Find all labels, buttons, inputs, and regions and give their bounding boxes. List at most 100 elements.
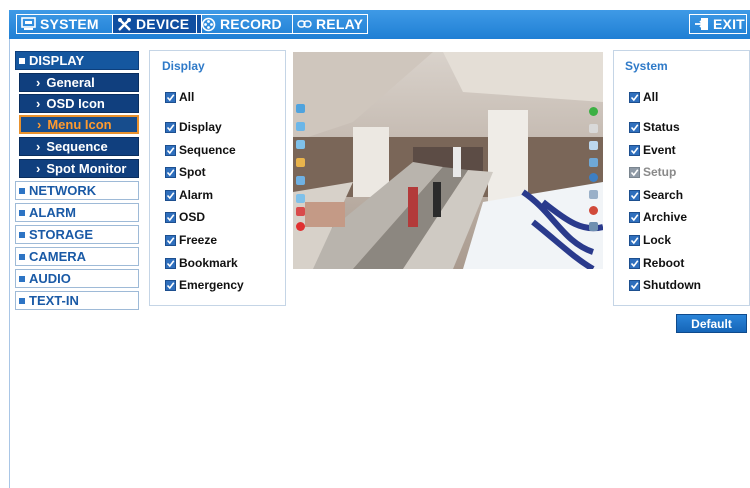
checkbox-checked-icon [165,257,176,269]
sidebar-item-network[interactable]: NETWORK [15,181,139,200]
checkbox-checked-icon [629,121,640,133]
display-panel-title: Display [162,59,205,73]
checkbox-checked-icon [629,211,640,223]
system-item-checkbox[interactable]: Lock [629,233,671,247]
checkbox-label: OSD [179,210,206,224]
default-button[interactable]: Default [676,314,747,333]
system-item-checkbox[interactable]: Shutdown [629,278,701,292]
sidebar-item-label: TEXT-IN [29,293,79,308]
tab-device[interactable]: DEVICE [112,14,202,34]
system-item-checkbox[interactable]: Search [629,188,683,202]
sidebar-sub-label: OSD Icon [46,96,105,111]
sidebar-sub-osd-icon[interactable]: › OSD Icon [19,94,139,113]
sidebar-item-storage[interactable]: STORAGE [15,225,139,244]
checkbox-label: Bookmark [179,256,238,270]
osd-status-icon [589,107,598,116]
chevron-right-icon: › [36,161,41,176]
bullet-icon [19,231,25,238]
display-item-checkbox[interactable]: Spot [165,165,206,179]
tab-system[interactable]: SYSTEM [16,14,113,34]
display-item-checkbox[interactable]: Emergency [165,278,244,292]
bullet-icon [19,57,25,64]
checkbox-label: Status [643,120,680,134]
chevron-right-icon: › [36,75,41,90]
monitor-icon [21,17,36,32]
tab-record-label: RECORD [220,16,282,32]
osd-network-icon [296,140,305,149]
bullet-icon [19,275,25,282]
osd-camera-icon [296,104,305,113]
checkbox-checked-icon [165,211,176,223]
osd-warning-icon [296,222,305,231]
display-item-checkbox[interactable]: Display [165,120,222,134]
bullet-icon [19,187,25,194]
checkbox-label: Freeze [179,233,218,247]
system-item-checkbox[interactable]: Archive [629,210,687,224]
osd-record-icon [296,122,305,131]
sidebar-item-label: NETWORK [29,183,97,198]
display-item-checkbox[interactable]: Freeze [165,233,217,247]
sidebar-sub-spot-monitor[interactable]: › Spot Monitor [19,159,139,178]
display-item-checkbox[interactable]: OSD [165,210,205,224]
sidebar-item-label: AUDIO [29,271,71,286]
sidebar-item-display[interactable]: DISPLAY [15,51,139,70]
checkbox-label: Display [179,120,222,134]
checkbox-label: Reboot [643,256,685,270]
sidebar-sub-sequence[interactable]: › Sequence [19,137,139,156]
checkbox-label: All [643,90,659,104]
sidebar-item-label: ALARM [29,205,76,220]
tab-relay[interactable]: RELAY [292,14,368,34]
sidebar-sub-label: Spot Monitor [46,161,127,176]
checkbox-label: Search [643,188,684,202]
sidebar-sub-general[interactable]: › General [19,73,139,92]
checkbox-checked-icon [629,279,640,291]
chevron-right-icon: › [37,117,42,132]
display-item-checkbox[interactable]: Bookmark [165,256,238,270]
sidebar-item-text-in[interactable]: TEXT-IN [15,291,139,310]
sidebar-item-audio[interactable]: AUDIO [15,269,139,288]
tab-system-label: SYSTEM [40,16,99,32]
bullet-icon [19,253,25,260]
system-panel-title: System [625,59,668,73]
checkbox-label: Event [643,143,676,157]
chevron-right-icon: › [36,139,41,154]
exit-door-icon [694,17,709,32]
osd-archive-icon [589,173,598,182]
system-all-checkbox[interactable]: All [629,90,658,104]
osd-user-icon [296,158,305,167]
system-item-checkbox[interactable]: Status [629,120,680,134]
checkbox-checked-icon [629,144,640,156]
tab-device-label: DEVICE [136,16,190,32]
sidebar-item-label: DISPLAY [29,53,85,68]
checkbox-label: Archive [643,210,688,224]
sidebar-sub-menu-icon[interactable]: › Menu Icon [19,115,139,134]
osd-copy-icon [296,194,305,203]
system-item-checkbox[interactable]: Event [629,143,676,157]
display-all-checkbox[interactable]: All [165,90,194,104]
sidebar-item-camera[interactable]: CAMERA [15,247,139,266]
sidebar-sub-label: Sequence [46,139,108,154]
checkbox-checked-icon [629,91,640,103]
checkbox-label: Lock [643,233,672,247]
exit-button[interactable]: EXIT [689,14,747,34]
checkbox-label: Sequence [179,143,236,157]
system-item-checkbox-disabled: Setup [629,165,676,179]
checkbox-checked-icon [629,257,640,269]
exit-label: EXIT [713,16,745,32]
checkbox-label: Shutdown [643,278,701,292]
osd-lock-icon [589,190,598,199]
checkbox-checked-icon [165,234,176,246]
system-item-checkbox[interactable]: Reboot [629,256,684,270]
display-item-checkbox[interactable]: Alarm [165,188,213,202]
checkbox-checked-icon [165,166,176,178]
display-item-checkbox[interactable]: Sequence [165,143,236,157]
sidebar-item-alarm[interactable]: ALARM [15,203,139,222]
sidebar-item-label: STORAGE [29,227,94,242]
checkbox-label: Spot [179,165,206,179]
bullet-icon [19,297,25,304]
tab-record[interactable]: RECORD [196,14,293,34]
checkbox-label: All [179,90,195,104]
osd-reboot-icon [589,206,598,215]
checkbox-checked-icon [629,234,640,246]
osd-shutdown-icon [589,222,598,231]
